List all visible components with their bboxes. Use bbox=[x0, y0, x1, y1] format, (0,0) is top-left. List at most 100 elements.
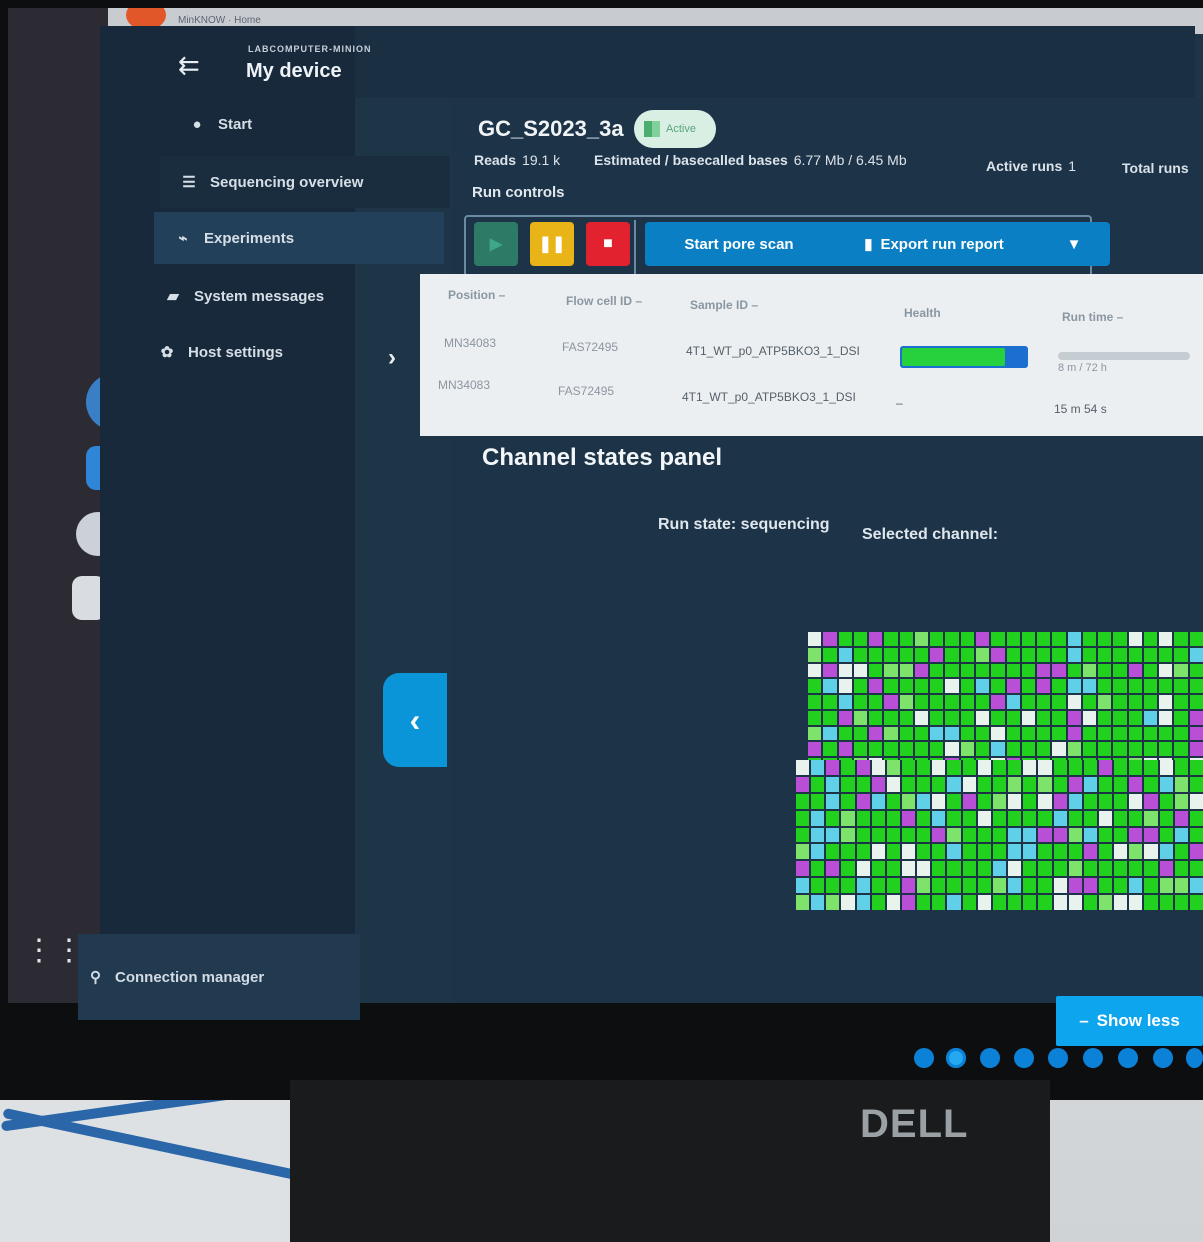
channel-cell[interactable] bbox=[914, 647, 929, 662]
channel-cell[interactable] bbox=[1144, 827, 1158, 843]
nav-item-experiments[interactable]: ⌁ Experiments bbox=[154, 212, 444, 264]
channel-cell[interactable] bbox=[1144, 895, 1158, 910]
channel-cell[interactable] bbox=[1128, 710, 1142, 725]
channel-cell[interactable] bbox=[962, 878, 976, 894]
channel-cell[interactable] bbox=[1037, 647, 1051, 662]
channel-cell[interactable] bbox=[823, 710, 837, 725]
channel-cell[interactable] bbox=[947, 760, 961, 775]
channel-cell[interactable] bbox=[1114, 827, 1128, 843]
channel-cell[interactable] bbox=[1128, 695, 1142, 709]
channel-cell[interactable] bbox=[853, 742, 868, 757]
channel-cell[interactable] bbox=[796, 760, 810, 775]
channel-cell[interactable] bbox=[975, 663, 990, 678]
channel-cell[interactable] bbox=[1113, 647, 1127, 662]
channel-cell[interactable] bbox=[1159, 663, 1173, 678]
channel-cell[interactable] bbox=[1144, 810, 1158, 826]
channel-cell[interactable] bbox=[1052, 710, 1066, 725]
channel-cell[interactable] bbox=[1098, 760, 1113, 775]
channel-cell[interactable] bbox=[856, 776, 870, 792]
channel-cell[interactable] bbox=[1083, 760, 1097, 775]
channel-cell[interactable] bbox=[1128, 632, 1142, 646]
channel-cell[interactable] bbox=[838, 679, 852, 694]
channel-cell[interactable] bbox=[1128, 679, 1142, 694]
channel-cell[interactable] bbox=[1159, 760, 1173, 775]
channel-cell[interactable] bbox=[1053, 878, 1067, 894]
channel-cell[interactable] bbox=[1174, 810, 1188, 826]
channel-cell[interactable] bbox=[992, 861, 1007, 877]
channel-cell[interactable] bbox=[826, 760, 840, 775]
channel-cell[interactable] bbox=[1068, 895, 1082, 910]
channel-cell[interactable] bbox=[1143, 647, 1158, 662]
nav-item-sequencing-overview[interactable]: ☰ Sequencing overview bbox=[160, 156, 450, 208]
connection-manager-button[interactable]: ⚲ Connection manager bbox=[78, 934, 360, 1020]
channel-cell[interactable] bbox=[869, 695, 883, 709]
channel-cell[interactable] bbox=[1098, 810, 1113, 826]
channel-cell[interactable] bbox=[869, 710, 883, 725]
channel-cell[interactable] bbox=[977, 895, 991, 910]
channel-cell[interactable] bbox=[1008, 810, 1022, 826]
channel-cell[interactable] bbox=[841, 776, 855, 792]
nav-item-start[interactable]: ● Start bbox=[168, 98, 458, 150]
pagination-dot[interactable] bbox=[1014, 1048, 1034, 1068]
channel-cell[interactable] bbox=[1113, 710, 1127, 725]
channel-cell[interactable] bbox=[1129, 878, 1143, 894]
channel-cell[interactable] bbox=[1008, 760, 1022, 775]
channel-cell[interactable] bbox=[811, 861, 825, 877]
channel-cell[interactable] bbox=[930, 726, 944, 741]
channel-cell[interactable] bbox=[884, 742, 898, 757]
show-less-button[interactable]: – Show less bbox=[1056, 996, 1203, 1046]
channel-cell[interactable] bbox=[1174, 861, 1188, 877]
channel-cell[interactable] bbox=[902, 776, 916, 792]
channel-cell[interactable] bbox=[975, 710, 990, 725]
export-run-report-button[interactable]: ▮ Export run report bbox=[820, 222, 1048, 266]
channel-cell[interactable] bbox=[960, 710, 974, 725]
pagination-dot[interactable] bbox=[1118, 1048, 1138, 1068]
channel-cell[interactable] bbox=[808, 632, 822, 646]
channel-cell[interactable] bbox=[853, 632, 868, 646]
channel-cell[interactable] bbox=[1021, 647, 1036, 662]
channel-cell[interactable] bbox=[884, 632, 898, 646]
channel-cell[interactable] bbox=[811, 844, 825, 860]
channel-cell[interactable] bbox=[1189, 742, 1203, 757]
channel-cell[interactable] bbox=[1067, 647, 1081, 662]
channel-cell[interactable] bbox=[1068, 776, 1082, 792]
channel-cell[interactable] bbox=[932, 776, 946, 792]
channel-cell[interactable] bbox=[914, 710, 929, 725]
channel-cell[interactable] bbox=[1083, 810, 1097, 826]
channel-cell[interactable] bbox=[1098, 827, 1113, 843]
channel-cell[interactable] bbox=[1143, 663, 1158, 678]
channel-cell[interactable] bbox=[808, 647, 822, 662]
channel-cell[interactable] bbox=[1189, 726, 1203, 741]
channel-cell[interactable] bbox=[1008, 793, 1022, 809]
channel-cell[interactable] bbox=[992, 827, 1007, 843]
channel-cell[interactable] bbox=[1037, 726, 1051, 741]
channel-cell[interactable] bbox=[856, 895, 870, 910]
channel-cell[interactable] bbox=[1082, 632, 1097, 646]
channel-cell[interactable] bbox=[1098, 776, 1113, 792]
channel-cell[interactable] bbox=[841, 878, 855, 894]
channel-cell[interactable] bbox=[884, 647, 898, 662]
channel-cell[interactable] bbox=[1114, 760, 1128, 775]
channel-cell[interactable] bbox=[1098, 647, 1112, 662]
channel-cell[interactable] bbox=[1068, 810, 1082, 826]
channel-cell[interactable] bbox=[1023, 895, 1037, 910]
channel-cell[interactable] bbox=[1023, 793, 1037, 809]
channel-cell[interactable] bbox=[826, 844, 840, 860]
channel-cell[interactable] bbox=[932, 878, 946, 894]
channel-cell[interactable] bbox=[1038, 810, 1052, 826]
channel-cell[interactable] bbox=[826, 827, 840, 843]
channel-cell[interactable] bbox=[884, 663, 898, 678]
channel-cell[interactable] bbox=[930, 679, 944, 694]
channel-cell[interactable] bbox=[1037, 679, 1051, 694]
channel-cell[interactable] bbox=[811, 810, 825, 826]
channel-cell[interactable] bbox=[1067, 742, 1081, 757]
channel-cell[interactable] bbox=[886, 861, 901, 877]
channel-cell[interactable] bbox=[914, 726, 929, 741]
channel-cell[interactable] bbox=[838, 710, 852, 725]
channel-cell[interactable] bbox=[838, 742, 852, 757]
channel-cell[interactable] bbox=[796, 878, 810, 894]
channel-cell[interactable] bbox=[975, 726, 990, 741]
channel-cell[interactable] bbox=[1082, 726, 1097, 741]
channel-cell[interactable] bbox=[902, 793, 916, 809]
channel-cell[interactable] bbox=[1113, 742, 1127, 757]
